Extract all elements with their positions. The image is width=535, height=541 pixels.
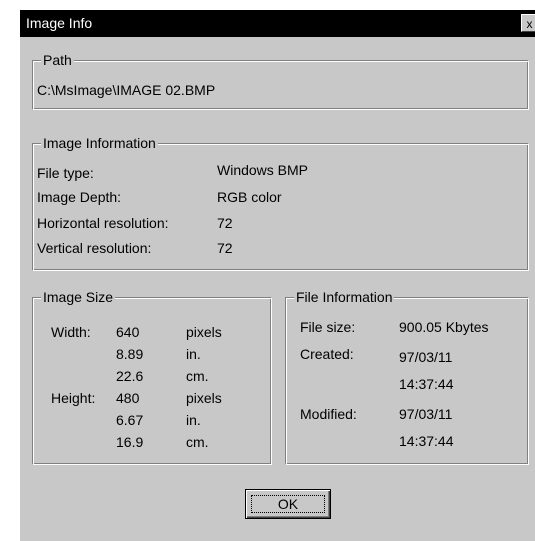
image-size-group: Image Size Width: 640 pixels 8.89 in. 22…	[32, 288, 272, 465]
ok-button[interactable]: OK	[245, 489, 331, 519]
height-inches-value: 6.67	[116, 412, 144, 428]
file-type-value: Windows BMP	[217, 162, 309, 178]
height-pixels-unit: pixels	[186, 390, 222, 406]
width-cm-value: 22.6	[116, 368, 144, 384]
path-legend: Path	[41, 51, 74, 69]
image-info-dialog: Image Info x Path C:\MsImage\IMAGE 02.BM…	[18, 8, 535, 541]
modified-date: 97/03/11	[399, 406, 453, 422]
window-title: Image Info	[26, 15, 93, 31]
vertical-resolution-value: 72	[217, 240, 233, 256]
height-cm-value: 16.9	[116, 434, 144, 450]
file-information-legend: File Information	[294, 288, 395, 306]
image-size-legend: Image Size	[41, 288, 116, 306]
height-cm-unit: cm.	[186, 434, 209, 450]
file-type-label: File type:	[37, 165, 94, 181]
image-information-group: Image Information File type: Windows BMP…	[32, 134, 529, 271]
title-bar[interactable]: Image Info x	[20, 10, 535, 37]
image-depth-label: Image Depth:	[37, 189, 122, 205]
height-pixels-value: 480	[116, 390, 140, 406]
modified-label: Modified:	[300, 406, 357, 422]
created-date: 97/03/11	[399, 349, 453, 365]
close-icon[interactable]: x	[521, 14, 535, 32]
vertical-resolution-label: Vertical resolution:	[37, 240, 152, 256]
ok-button-label: OK	[251, 495, 325, 513]
file-information-group: File Information File size: 900.05 Kbyte…	[285, 288, 529, 465]
horizontal-resolution-label: Horizontal resolution:	[37, 215, 169, 231]
width-inches-value: 8.89	[116, 346, 144, 362]
width-pixels-value: 640	[116, 324, 140, 340]
width-label: Width:	[51, 324, 91, 340]
width-inches-unit: in.	[186, 346, 201, 362]
file-size-value: 900.05 Kbytes	[399, 319, 489, 335]
path-group: Path C:\MsImage\IMAGE 02.BMP	[32, 51, 529, 110]
image-information-legend: Image Information	[41, 134, 158, 152]
created-label: Created:	[300, 346, 354, 362]
width-pixels-unit: pixels	[186, 324, 222, 340]
horizontal-resolution-value: 72	[217, 215, 233, 231]
width-cm-unit: cm.	[186, 368, 209, 384]
modified-time: 14:37:44	[399, 433, 454, 449]
created-time: 14:37:44	[399, 376, 454, 392]
path-value: C:\MsImage\IMAGE 02.BMP	[37, 82, 216, 98]
image-depth-value: RGB color	[217, 189, 282, 205]
height-label: Height:	[51, 390, 96, 406]
file-size-label: File size:	[300, 319, 356, 335]
height-inches-unit: in.	[186, 412, 201, 428]
